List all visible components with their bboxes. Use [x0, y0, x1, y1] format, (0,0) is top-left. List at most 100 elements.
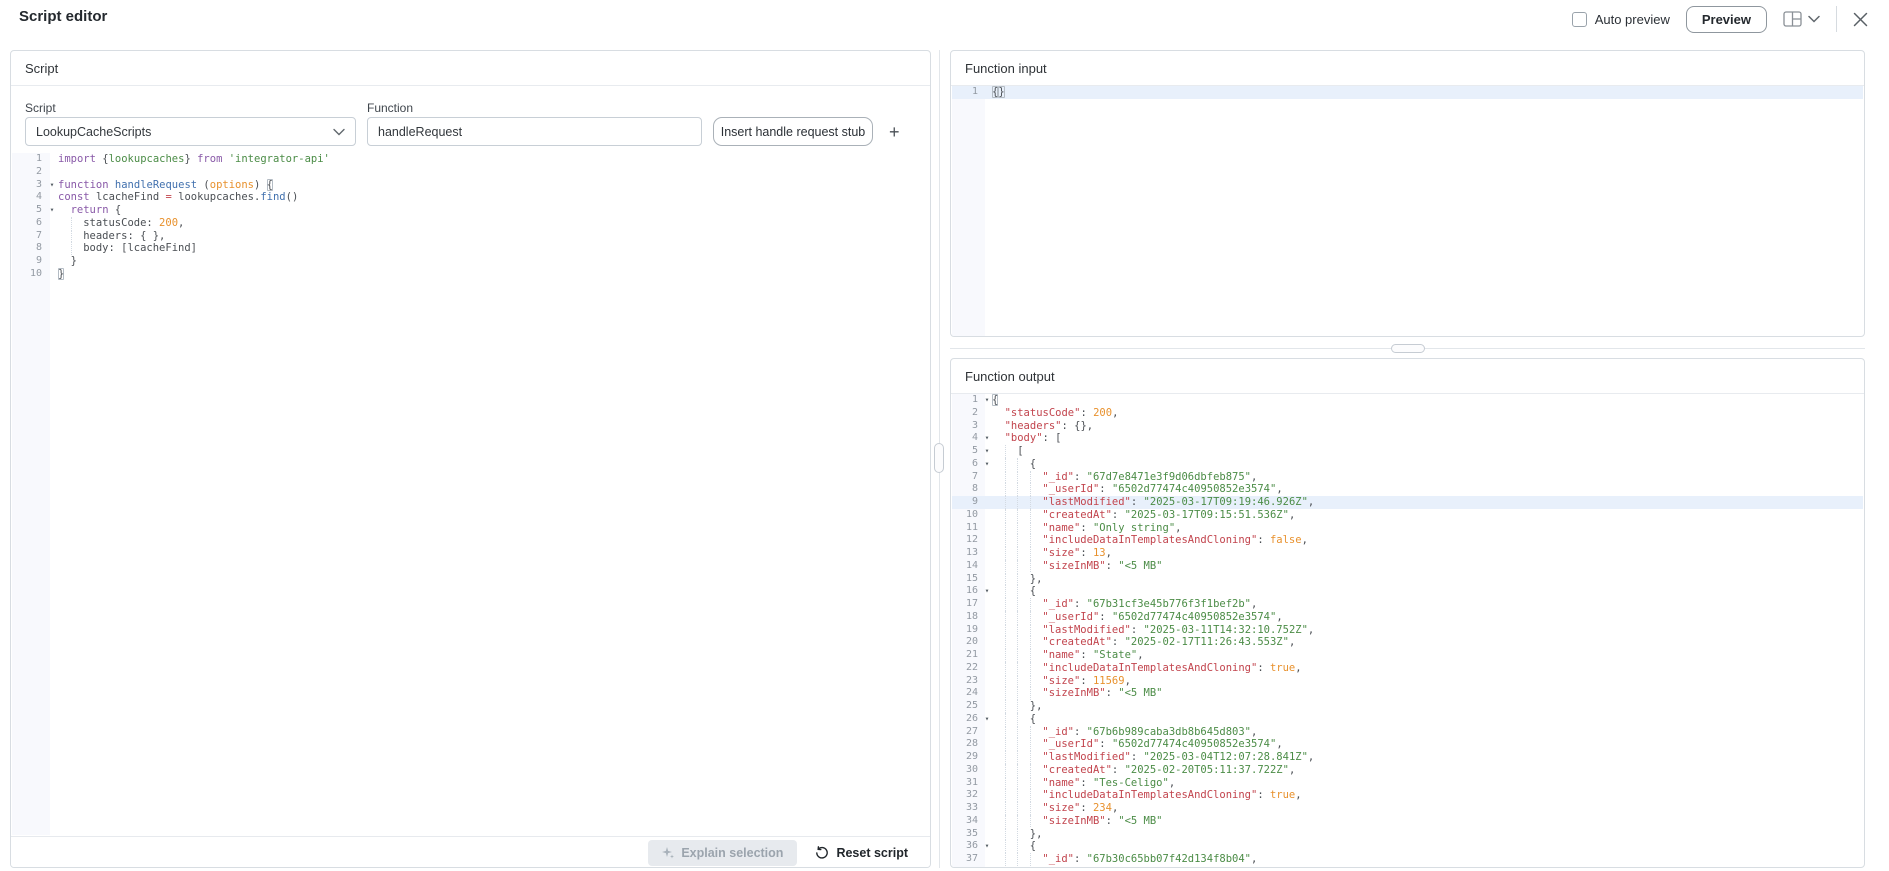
function-output-editor[interactable]: 1 ▾{2 "statusCode": 200, 3 "headers": {}, 4 ▾ "… — [952, 394, 1863, 867]
editor-line[interactable]: 4 const lcacheFind = lookupcaches.find() — [12, 191, 929, 204]
editor-line[interactable]: 17 "_id": "67b31cf3e45b776f3f1bef2b", — [952, 598, 1863, 611]
sparkle-icon — [662, 847, 675, 859]
line-number: 28 — [965, 738, 978, 750]
fold-arrow-icon[interactable]: ▾ — [982, 394, 992, 407]
fold-arrow-icon[interactable]: ▾ — [982, 840, 992, 853]
editor-line[interactable]: 10} — [12, 268, 929, 281]
script-select-label: Script — [25, 101, 56, 115]
script-code-editor[interactable]: 1 import {lookupcaches} from 'integrator-… — [12, 153, 929, 835]
function-input-panel: Function input 1 {} — [950, 50, 1865, 337]
editor-line[interactable]: 1 import {lookupcaches} from 'integrator-… — [12, 153, 929, 166]
editor-line[interactable]: 28 "_userId": "6502d77474c40950852e3574", — [952, 738, 1863, 751]
code-line-text: "sizeInMB": "<5 MB" — [992, 814, 1163, 828]
line-number: 32 — [965, 789, 978, 801]
editor-line[interactable]: 12 "includeDataInTemplatesAndCloning": fa… — [952, 534, 1863, 547]
line-number: 29 — [965, 751, 978, 762]
editor-line[interactable]: 37 "_id": "67b30c65bb07f42d134f8b04", — [952, 853, 1863, 866]
close-icon[interactable] — [1853, 12, 1868, 27]
editor-line[interactable]: 10 "createdAt": "2025-03-17T09:15:51.536Z… — [952, 508, 1863, 522]
editor-line[interactable]: 19 "lastModified": "2025-03-11T14:32:10.7… — [952, 623, 1863, 637]
editor-line[interactable]: 27 "_id": "67b6b989caba3db8b645d803", — [952, 725, 1863, 739]
add-script-icon[interactable]: + — [889, 123, 900, 141]
line-number: 34 — [965, 814, 978, 826]
code-line-text: body: [lcacheFind] — [58, 242, 197, 255]
reset-script-button[interactable]: Reset script — [807, 840, 916, 866]
code-line-text: "sizeInMB": "<5 MB" — [992, 559, 1163, 573]
editor-line[interactable]: 7 "_id": "67d7e8471e3f9d06dbfeb875", — [952, 470, 1863, 484]
editor-line[interactable]: 1 ▾{ — [952, 394, 1863, 407]
code-line-text: "name": "Only string", — [992, 521, 1181, 535]
layout-switcher[interactable] — [1783, 11, 1820, 27]
editor-line[interactable]: 3 ▾ function handleRequest (options) { — [12, 179, 929, 192]
editor-line[interactable]: 11 "name": "Only string", — [952, 521, 1863, 535]
editor-line[interactable]: 31 "name": "Tes-Celigo", — [952, 776, 1863, 790]
script-select[interactable]: LookupCacheScripts — [25, 117, 356, 146]
line-number: 5 — [35, 204, 42, 215]
function-field[interactable] — [367, 117, 702, 146]
code-line-text: }, — [992, 572, 1042, 586]
line-number: 4 — [35, 191, 42, 203]
editor-line[interactable]: 32 "includeDataInTemplatesAndCloning": tr… — [952, 789, 1863, 802]
editor-line[interactable]: 34 "sizeInMB": "<5 MB" — [952, 814, 1863, 828]
code-line-text: "_userId": "6502d77474c40950852e3574", — [992, 738, 1283, 751]
vertical-resize-handle[interactable] — [934, 443, 944, 473]
insert-handle-request-stub-button[interactable]: Insert handle request stub — [713, 117, 873, 146]
function-input-editor[interactable]: 1 {} — [952, 86, 1863, 336]
editor-line[interactable]: 9 "lastModified": "2025-03-17T09:19:46.92… — [952, 496, 1863, 509]
editor-line[interactable]: 29 "lastModified": "2025-03-04T12:07:28.8… — [952, 751, 1863, 764]
line-number: 33 — [965, 802, 978, 813]
editor-line[interactable]: 23 "size": 11569, — [952, 674, 1863, 688]
editor-line[interactable]: 4 ▾ "body": [ — [952, 432, 1863, 445]
editor-line[interactable]: 14 "sizeInMB": "<5 MB" — [952, 559, 1863, 573]
editor-line[interactable]: 8 body: [lcacheFind] — [12, 242, 929, 255]
editor-line[interactable]: 36 ▾{ — [952, 840, 1863, 853]
line-number: 31 — [965, 776, 978, 788]
editor-line[interactable]: 24 "sizeInMB": "<5 MB" — [952, 687, 1863, 700]
editor-line[interactable]: 33 "size": 234, — [952, 802, 1863, 815]
code-line-text: "size": 11569, — [992, 674, 1131, 688]
topbar-divider — [1836, 6, 1837, 32]
editor-line[interactable]: 35}, — [952, 827, 1863, 841]
editor-line[interactable]: 2 "statusCode": 200, — [952, 407, 1863, 420]
code-line-text: "size": 234, — [992, 802, 1118, 815]
editor-line[interactable]: 5 ▾[ — [952, 445, 1863, 458]
fold-arrow-icon[interactable]: ▾ — [982, 445, 992, 458]
fold-arrow-icon[interactable]: ▾ — [982, 585, 992, 598]
editor-line[interactable]: 1 {} — [952, 86, 1863, 99]
horizontal-resize-handle[interactable] — [1391, 344, 1425, 353]
editor-line[interactable]: 6 statusCode: 200, — [12, 216, 929, 230]
auto-preview-label: Auto preview — [1594, 11, 1670, 27]
line-number: 1 — [971, 86, 978, 97]
editor-line[interactable]: 26 ▾{ — [952, 712, 1863, 726]
editor-line[interactable]: 6 ▾{ — [952, 457, 1863, 471]
auto-preview-toggle[interactable]: Auto preview — [1571, 11, 1670, 27]
preview-button[interactable]: Preview — [1685, 5, 1767, 33]
fold-arrow-icon[interactable]: ▾ — [982, 713, 992, 726]
page-title: Script editor — [19, 8, 108, 25]
line-number: 27 — [965, 725, 978, 737]
editor-line[interactable]: 8 "_userId": "6502d77474c40950852e3574", — [952, 483, 1863, 496]
editor-line[interactable]: 21 "name": "State", — [952, 649, 1863, 662]
fold-arrow-icon[interactable]: ▾ — [46, 179, 58, 192]
editor-line[interactable]: 5 ▾ return { — [12, 204, 929, 217]
code-line-text: { — [992, 840, 1036, 853]
line-number: 5 — [971, 445, 978, 456]
line-number: 24 — [965, 687, 978, 699]
editor-line[interactable]: 30 "createdAt": "2025-02-20T05:11:37.722Z… — [952, 763, 1863, 777]
fold-arrow-icon[interactable]: ▾ — [982, 458, 992, 471]
editor-line[interactable]: 2 — [12, 166, 929, 179]
editor-line[interactable]: 3 "headers": {}, — [952, 420, 1863, 433]
auto-preview-checkbox[interactable] — [1571, 11, 1587, 27]
editor-line[interactable]: 7 headers: { }, — [12, 229, 929, 243]
editor-line[interactable]: 25}, — [952, 700, 1863, 713]
explain-selection-button[interactable]: Explain selection — [648, 840, 798, 866]
editor-line[interactable]: 13 "size": 13, — [952, 547, 1863, 560]
editor-line[interactable]: 18 "_userId": "6502d77474c40950852e3574", — [952, 610, 1863, 624]
fold-arrow-icon[interactable]: ▾ — [982, 432, 992, 445]
editor-line[interactable]: 15}, — [952, 572, 1863, 586]
editor-line[interactable]: 16 ▾{ — [952, 585, 1863, 598]
editor-line[interactable]: 9} — [12, 255, 929, 268]
fold-arrow-icon[interactable]: ▾ — [46, 204, 58, 217]
editor-line[interactable]: 22 "includeDataInTemplatesAndCloning": tr… — [952, 661, 1863, 675]
editor-line[interactable]: 20 "createdAt": "2025-02-17T11:26:43.553Z… — [952, 636, 1863, 649]
